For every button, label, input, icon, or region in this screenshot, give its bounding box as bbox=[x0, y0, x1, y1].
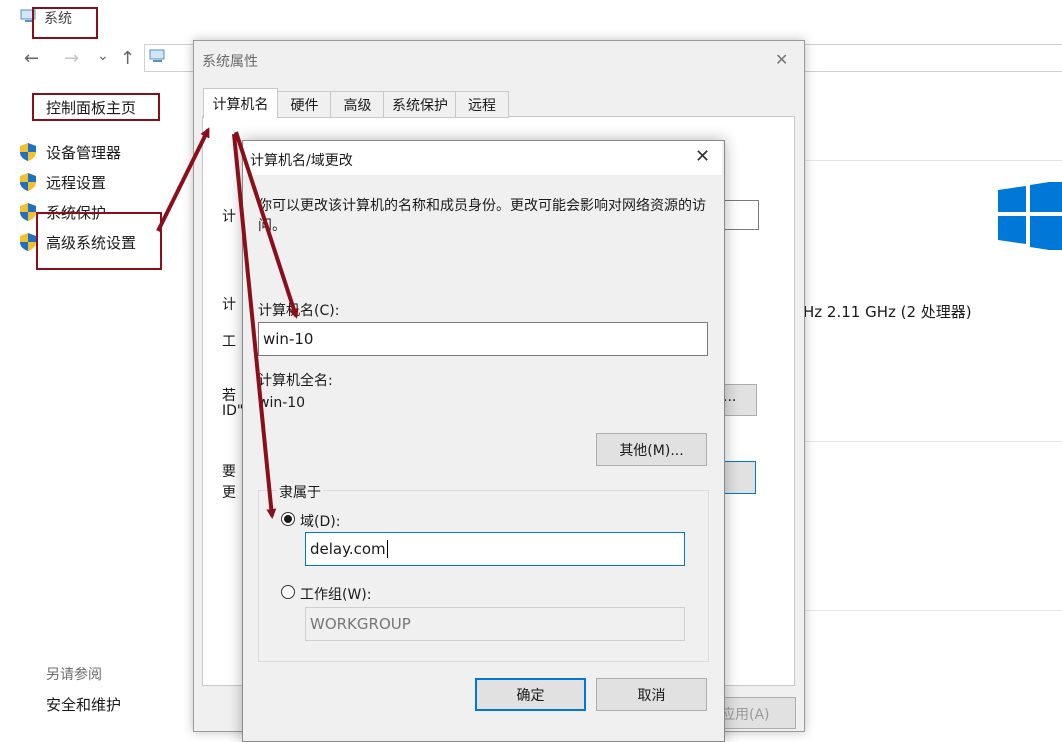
annotation-arrow bbox=[232, 133, 277, 519]
annotation-arrows bbox=[156, 127, 299, 519]
annotation-arrow bbox=[156, 127, 210, 232]
annotation-arrow bbox=[234, 131, 299, 319]
tab-computer-name[interactable]: 计算机名 bbox=[203, 88, 278, 118]
